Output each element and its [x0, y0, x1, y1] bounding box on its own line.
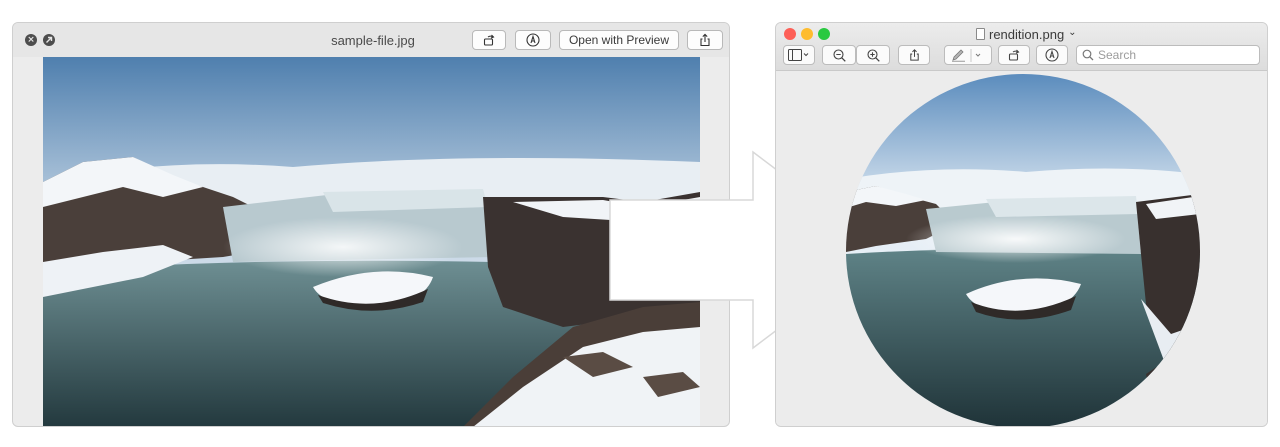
zoom-window-button[interactable]	[818, 28, 830, 40]
share-icon	[909, 49, 919, 61]
sidebar-button[interactable]	[783, 45, 815, 65]
markup-icon	[1045, 48, 1059, 62]
markup-button[interactable]	[1036, 45, 1068, 65]
fullscreen-icon[interactable]	[43, 34, 55, 46]
photo-waterfall	[43, 57, 700, 426]
document-icon	[976, 28, 985, 40]
pen-tool-button[interactable]	[944, 45, 992, 65]
rotate-icon	[483, 34, 495, 46]
sidebar-icon	[788, 49, 809, 61]
markup-button[interactable]	[515, 30, 551, 50]
preview-titlebar: rendition.png ⌄	[776, 23, 1267, 71]
close-icon[interactable]: ×	[25, 34, 37, 46]
zoom-out-icon	[832, 48, 846, 62]
preview-canvas	[776, 71, 1267, 426]
window-title: sample-file.jpg	[331, 33, 415, 48]
zoom-in-button[interactable]	[856, 45, 890, 65]
document-title[interactable]: rendition.png ⌄	[976, 26, 1077, 42]
share-button[interactable]	[687, 30, 723, 50]
comparison-stage: × sample-file.jpg Open with Preview rend…	[0, 0, 1280, 447]
rotate-icon	[1008, 49, 1020, 61]
search-field[interactable]	[1076, 45, 1260, 65]
pen-icon	[952, 48, 981, 62]
share-button[interactable]	[898, 45, 930, 65]
share-icon	[700, 33, 710, 47]
preview-window: rendition.png ⌄	[775, 22, 1268, 427]
quicklook-titlebar: × sample-file.jpg Open with Preview	[13, 23, 729, 57]
search-input[interactable]	[1098, 48, 1248, 62]
zoom-in-icon	[866, 48, 880, 62]
markup-icon	[526, 33, 540, 47]
zoom-out-button[interactable]	[822, 45, 856, 65]
document-title-label: rendition.png	[989, 26, 1065, 42]
open-with-preview-button[interactable]: Open with Preview	[559, 30, 679, 50]
rotate-button[interactable]	[472, 30, 506, 50]
circular-cropped-photo	[846, 74, 1200, 426]
chevron-down-icon: ⌄	[1068, 26, 1077, 38]
minimize-window-button[interactable]	[801, 28, 813, 40]
close-window-button[interactable]	[784, 28, 796, 40]
rotate-button[interactable]	[998, 45, 1030, 65]
search-icon	[1082, 49, 1094, 61]
